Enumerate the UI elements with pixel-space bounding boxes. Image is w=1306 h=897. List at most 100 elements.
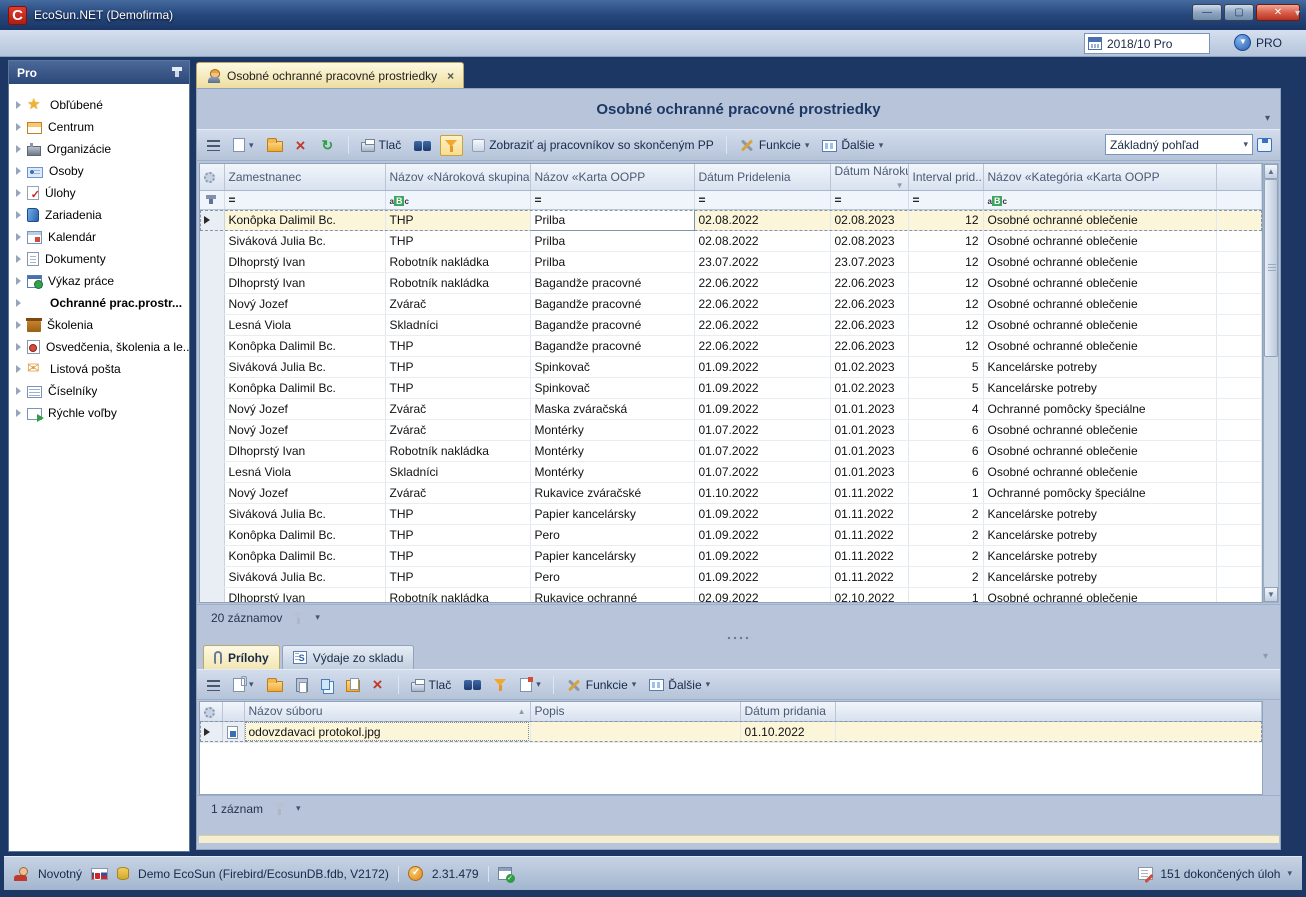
cell[interactable]: 22.06.2023 (830, 336, 908, 357)
cell[interactable]: Osobné ochranné oblečenie (983, 231, 1216, 252)
open-button[interactable] (263, 675, 287, 695)
scroll-up-icon[interactable]: ▲ (1264, 164, 1278, 179)
cell[interactable]: 22.06.2023 (830, 315, 908, 336)
cell[interactable]: Konôpka Dalimil Bc. (224, 546, 385, 567)
cell[interactable]: Siváková Julia Bc. (224, 357, 385, 378)
cell[interactable]: 22.06.2023 (830, 273, 908, 294)
table-row[interactable]: Konôpka Dalimil Bc.THPPero01.09.202201.1… (200, 525, 1262, 546)
cell[interactable]: Osobné ochranné oblečenie (983, 315, 1216, 336)
expand-arrow-icon[interactable] (16, 343, 21, 351)
cell[interactable]: 1 (908, 588, 983, 604)
insert-from-folder-button[interactable] (342, 675, 364, 695)
column-header[interactable]: Dátum Pridelenia (694, 164, 830, 191)
cell[interactable]: Osobné ochranné oblečenie (983, 252, 1216, 273)
document-tab[interactable]: Osobné ochranné pracovné prostriedky (196, 62, 464, 88)
cell[interactable]: THP (385, 336, 530, 357)
cell[interactable]: 01.01.2023 (830, 420, 908, 441)
cell[interactable]: 12 (908, 294, 983, 315)
expand-arrow-icon[interactable] (16, 255, 21, 263)
menu-item[interactable] (96, 39, 118, 47)
cell[interactable]: 01.09.2022 (694, 399, 830, 420)
sidebar-item-zariadenia[interactable]: Zariadenia (9, 204, 189, 226)
cell[interactable]: 2 (908, 546, 983, 567)
filter-cell[interactable]: = (530, 191, 694, 210)
cell[interactable]: Lesná Viola (224, 315, 385, 336)
table-row[interactable]: Lesná ViolaSkladníciMontérky01.07.202201… (200, 462, 1262, 483)
sidebar-item-ochranne-prac-prostriedky[interactable]: Ochranné prac.prostr... (9, 292, 189, 314)
table-row[interactable]: Siváková Julia Bc.THPSpinkovač01.09.2022… (200, 357, 1262, 378)
print-button[interactable]: Tlač (407, 675, 456, 695)
cell[interactable]: 01.09.2022 (694, 357, 830, 378)
cell[interactable]: Bagandže pracovné (530, 315, 694, 336)
cell[interactable]: 01.11.2022 (830, 525, 908, 546)
table-row[interactable]: Konôpka Dalimil Bc.THPBagandže pracovné2… (200, 336, 1262, 357)
cell[interactable]: Nový Jozef (224, 483, 385, 504)
cell[interactable]: 01.02.2023 (830, 378, 908, 399)
cell[interactable]: Zvárač (385, 420, 530, 441)
sidebar-item-ulohy[interactable]: Úlohy (9, 182, 189, 204)
sidebar-item-rychle-volby[interactable]: Rýchle voľby (9, 402, 189, 424)
view-selector[interactable]: Základný pohľad ▾ (1105, 134, 1253, 155)
delete-button[interactable] (292, 136, 313, 155)
cell[interactable]: Montérky (530, 441, 694, 462)
cell[interactable]: Rukavice ochranné (530, 588, 694, 604)
cell[interactable]: Kancelárske potreby (983, 525, 1216, 546)
cell[interactable]: 01.10.2022 (694, 483, 830, 504)
cell[interactable]: Kancelárske potreby (983, 567, 1216, 588)
cell[interactable]: Dlhoprstý Ivan (224, 588, 385, 604)
cell[interactable]: THP (385, 525, 530, 546)
pro-button[interactable]: PRO (1234, 34, 1282, 51)
table-row[interactable]: Konôpka Dalimil Bc.THPPrilba02.08.202202… (200, 210, 1262, 231)
cell[interactable]: 02.08.2023 (830, 231, 908, 252)
filter-cell[interactable]: aBc (983, 191, 1216, 210)
save-view-button[interactable] (1257, 138, 1272, 152)
cell[interactable]: Nový Jozef (224, 420, 385, 441)
cell[interactable]: THP (385, 378, 530, 399)
cell[interactable]: 1 (908, 483, 983, 504)
cell[interactable]: 6 (908, 462, 983, 483)
column-header[interactable]: Názov «Karta OOPP (530, 164, 694, 191)
cell[interactable]: 01.01.2023 (830, 462, 908, 483)
cell[interactable]: Siváková Julia Bc. (224, 504, 385, 525)
cell[interactable]: Robotník nakládka (385, 588, 530, 604)
cell[interactable]: 01.11.2022 (830, 483, 908, 504)
filter-cell[interactable]: = (908, 191, 983, 210)
cell[interactable]: Montérky (530, 462, 694, 483)
bottom-tabs-menu-icon[interactable] (1263, 651, 1268, 662)
cell[interactable]: Konôpka Dalimil Bc. (224, 378, 385, 399)
show-ended-pp-checkbox[interactable]: Zobraziť aj pracovníkov so skončeným PP (468, 135, 718, 155)
cell[interactable]: Montérky (530, 420, 694, 441)
cell[interactable]: 02.08.2023 (830, 210, 908, 231)
column-header[interactable]: Názov «Nároková skupina ... (385, 164, 530, 191)
cell[interactable]: 01.11.2022 (830, 504, 908, 525)
cell[interactable]: Osobné ochranné oblečenie (983, 420, 1216, 441)
cell[interactable]: Bagandže pracovné (530, 336, 694, 357)
cell[interactable]: 2 (908, 504, 983, 525)
expand-arrow-icon[interactable] (16, 211, 21, 219)
tasks-status[interactable]: 151 dokončených úloh ▾ (1138, 867, 1292, 881)
chevron-down-icon[interactable]: ▾ (315, 612, 320, 623)
cell[interactable]: Osobné ochranné oblečenie (983, 441, 1216, 462)
cell[interactable]: Papier kancelársky (530, 504, 694, 525)
paste-button[interactable] (292, 675, 312, 695)
expand-arrow-icon[interactable] (16, 277, 21, 285)
cell[interactable]: Zvárač (385, 294, 530, 315)
cell[interactable]: 23.07.2023 (830, 252, 908, 273)
cell[interactable]: Siváková Julia Bc. (224, 567, 385, 588)
minimize-button[interactable]: — (1192, 4, 1222, 21)
pin-icon[interactable] (175, 68, 179, 77)
cell[interactable]: THP (385, 567, 530, 588)
expand-arrow-icon[interactable] (16, 365, 21, 373)
cell[interactable]: 01.07.2022 (694, 462, 830, 483)
chevron-down-icon[interactable]: ▾ (296, 803, 301, 814)
filter-cell[interactable]: aBc (385, 191, 530, 210)
find-button[interactable] (410, 137, 435, 154)
column-header[interactable]: Dátum Nároku▼ (830, 164, 908, 191)
cell[interactable]: THP (385, 210, 530, 231)
expand-arrow-icon[interactable] (16, 409, 21, 417)
find-button[interactable] (460, 676, 485, 693)
cell[interactable]: 02.08.2022 (694, 210, 830, 231)
table-row[interactable]: Lesná ViolaSkladníciBagandže pracovné22.… (200, 315, 1262, 336)
cell[interactable]: Robotník nakládka (385, 273, 530, 294)
cell[interactable]: Osobné ochranné oblečenie (983, 273, 1216, 294)
